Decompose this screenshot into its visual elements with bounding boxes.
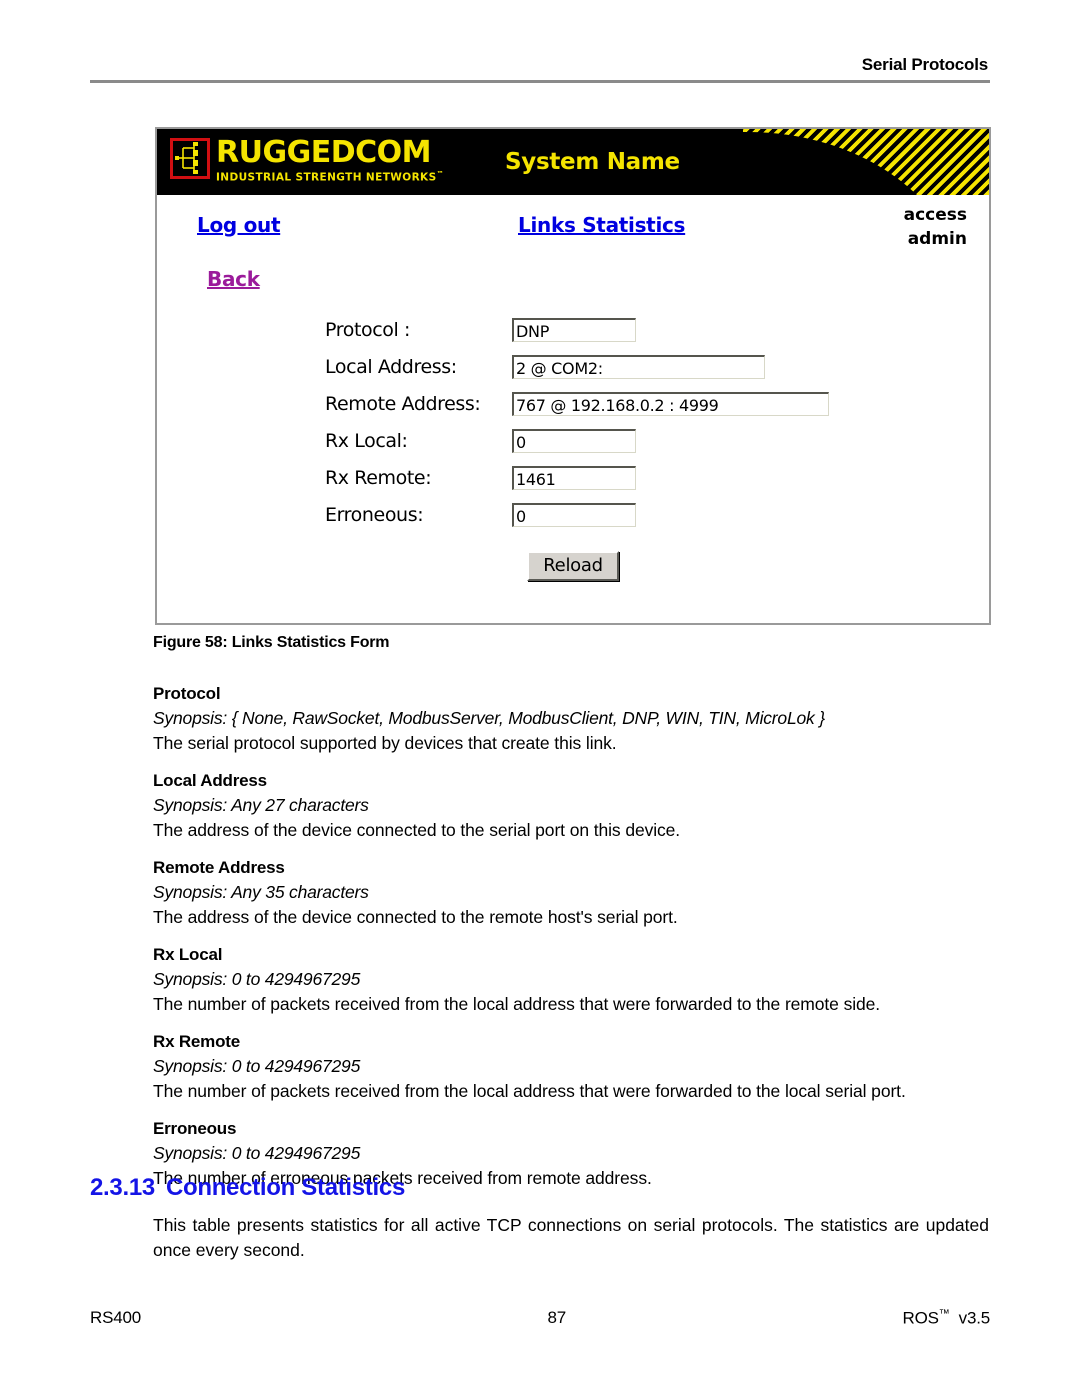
trademark-symbol: ™ <box>436 170 444 178</box>
logo-wordmark: RUGGEDCOM INDUSTRIAL STRENGTH NETWORKS™ <box>216 138 444 184</box>
access-username: admin <box>907 229 967 249</box>
reload-button[interactable]: Reload <box>527 551 619 581</box>
app-banner: RUGGEDCOM INDUSTRIAL STRENGTH NETWORKS™ … <box>157 129 989 195</box>
hazard-stripe-decoration <box>743 129 989 195</box>
logo-word: RUGGEDCOM <box>216 135 431 170</box>
definition-rx-remote: Rx Remote Synopsis: 0 to 4294967295 The … <box>153 1030 989 1104</box>
definition-description: The number of packets received from the … <box>153 994 881 1014</box>
definition-synopsis: Synopsis: 0 to 4294967295 <box>153 1143 361 1163</box>
definition-description: The address of the device connected to t… <box>153 820 681 840</box>
form-row-remote-address: Remote Address: 767 @ 192.168.0.2 : 4999 <box>157 385 989 422</box>
section-number: 2.3.13 <box>90 1174 155 1201</box>
definition-synopsis: Synopsis: Any 35 characters <box>153 882 369 902</box>
definition-synopsis: Synopsis: 0 to 4294967295 <box>153 969 361 989</box>
access-label: access <box>903 205 967 225</box>
label-protocol: Protocol : <box>325 318 411 341</box>
running-head-text: Serial Protocols <box>861 55 988 74</box>
definition-protocol: Protocol Synopsis: { None, RawSocket, Mo… <box>153 682 989 756</box>
form-button-row: Reload <box>157 533 989 581</box>
definition-rx-local: Rx Local Synopsis: 0 to 4294967295 The n… <box>153 943 989 1017</box>
local-address-field[interactable]: 2 @ COM2: <box>512 354 765 379</box>
definition-description: The serial protocol supported by devices… <box>153 733 617 753</box>
rx-remote-field[interactable]: 1461 <box>512 465 636 490</box>
label-erroneous: Erroneous: <box>325 503 424 526</box>
footer-page-number: 87 <box>547 1308 567 1327</box>
section-body-paragraph: This table presents statistics for all a… <box>153 1215 989 1260</box>
header-rule <box>90 80 990 83</box>
form-row-erroneous: Erroneous: 0 <box>157 496 989 533</box>
section-title: Connection Statistics <box>165 1174 406 1201</box>
label-rx-remote: Rx Remote: <box>325 466 432 489</box>
form-row-rx-local: Rx Local: 0 <box>157 422 989 459</box>
trademark-symbol: ™ <box>938 1308 950 1320</box>
form-row-protocol: Protocol : DNP <box>157 311 989 348</box>
footer-os-name: ROS <box>902 1308 939 1328</box>
form-row-rx-remote: Rx Remote: 1461 <box>157 459 989 496</box>
system-name-title: System Name <box>505 149 680 175</box>
figure-caption: Figure 58: Links Statistics Form <box>153 634 390 651</box>
definition-synopsis: Synopsis: 0 to 4294967295 <box>153 1056 361 1076</box>
definition-description: The address of the device connected to t… <box>153 907 678 927</box>
definition-term: Erroneous <box>153 1119 237 1138</box>
footer-version: v3.5 <box>958 1308 991 1328</box>
logo-tagline: INDUSTRIAL STRENGTH NETWORKS™ <box>216 168 444 184</box>
page-running-header: Serial Protocols <box>90 55 990 83</box>
rx-local-field[interactable]: 0 <box>512 428 636 453</box>
footer-product: RS400 <box>90 1308 141 1327</box>
page-title-link[interactable]: Links Statistics <box>518 213 685 237</box>
erroneous-field[interactable]: 0 <box>512 502 636 527</box>
definition-term: Remote Address <box>153 858 285 877</box>
section-heading: 2.3.13 Connection Statistics <box>90 1174 405 1202</box>
definition-synopsis: Synopsis: { None, RawSocket, ModbusServe… <box>153 708 825 728</box>
footer-firmware-version: ROS™ v3.5 <box>902 1308 991 1329</box>
definition-local-address: Local Address Synopsis: Any 27 character… <box>153 769 989 843</box>
app-nav-row: Log out Links Statistics access admin Ba… <box>157 195 989 303</box>
logo-tagline-text: INDUSTRIAL STRENGTH NETWORKS <box>216 171 437 184</box>
protocol-field[interactable]: DNP <box>512 317 636 342</box>
page-footer: RS400 87 ROS™ v3.5 <box>90 1308 990 1329</box>
network-tree-icon <box>170 138 210 179</box>
definition-remote-address: Remote Address Synopsis: Any 35 characte… <box>153 856 989 930</box>
definition-description: The number of packets received from the … <box>153 1081 906 1101</box>
label-local-address: Local Address: <box>325 355 457 378</box>
definition-term: Rx Local <box>153 945 223 964</box>
parameter-definition-list: Protocol Synopsis: { None, RawSocket, Mo… <box>153 682 989 1204</box>
links-statistics-form: Protocol : DNP Local Address: 2 @ COM2: … <box>157 303 989 581</box>
remote-address-field[interactable]: 767 @ 192.168.0.2 : 4999 <box>512 391 829 416</box>
label-rx-local: Rx Local: <box>325 429 408 452</box>
definition-term: Local Address <box>153 771 267 790</box>
back-link[interactable]: Back <box>207 267 260 291</box>
logout-link[interactable]: Log out <box>197 213 281 237</box>
form-row-local-address: Local Address: 2 @ COM2: <box>157 348 989 385</box>
access-info: access admin <box>904 203 967 251</box>
links-statistics-screenshot: RUGGEDCOM INDUSTRIAL STRENGTH NETWORKS™ … <box>155 127 991 625</box>
definition-synopsis: Synopsis: Any 27 characters <box>153 795 369 815</box>
ruggedcom-logo: RUGGEDCOM INDUSTRIAL STRENGTH NETWORKS™ <box>170 138 444 184</box>
definition-term: Rx Remote <box>153 1032 241 1051</box>
label-remote-address: Remote Address: <box>325 392 481 415</box>
definition-term: Protocol <box>153 684 221 703</box>
